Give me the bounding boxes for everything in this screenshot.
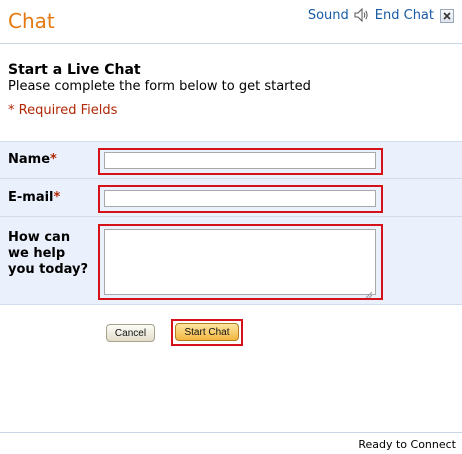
required-marker: * <box>50 152 57 167</box>
close-icon[interactable] <box>440 9 454 23</box>
sound-link[interactable]: Sound <box>308 8 349 23</box>
section-heading: Start a Live Chat <box>8 62 141 78</box>
required-marker: * <box>53 190 61 205</box>
chat-form: Name* E-mail* How can we help you today? <box>0 141 462 305</box>
name-input[interactable] <box>104 152 376 169</box>
row-divider <box>0 178 462 179</box>
name-label: Name* <box>8 152 57 168</box>
name-label-text: Name <box>8 152 51 167</box>
help-textarea[interactable] <box>104 229 376 295</box>
cancel-button[interactable]: Cancel <box>106 324 155 342</box>
end-chat-link[interactable]: End Chat <box>375 8 434 23</box>
instructions-text: Please complete the form below to get st… <box>8 79 311 94</box>
window-title: Chat <box>8 9 55 33</box>
connection-status: Ready to Connect <box>358 438 456 451</box>
help-label: How can we help you today? <box>8 230 89 277</box>
email-input[interactable] <box>104 190 376 207</box>
footer-divider <box>0 432 462 433</box>
intro-section: Start a Live Chat Please complete the fo… <box>8 62 311 95</box>
speaker-icon[interactable] <box>353 7 369 23</box>
row-divider <box>0 216 462 217</box>
email-label: E-mail* <box>8 190 60 206</box>
start-chat-button[interactable]: Start Chat <box>175 323 239 341</box>
chat-header: Chat Sound End Chat <box>0 0 462 44</box>
required-fields-note: * Required Fields <box>8 103 118 118</box>
resize-grip-icon[interactable] <box>365 284 373 299</box>
header-controls: Sound End Chat <box>308 7 454 23</box>
email-label-text: E-mail <box>8 190 54 205</box>
